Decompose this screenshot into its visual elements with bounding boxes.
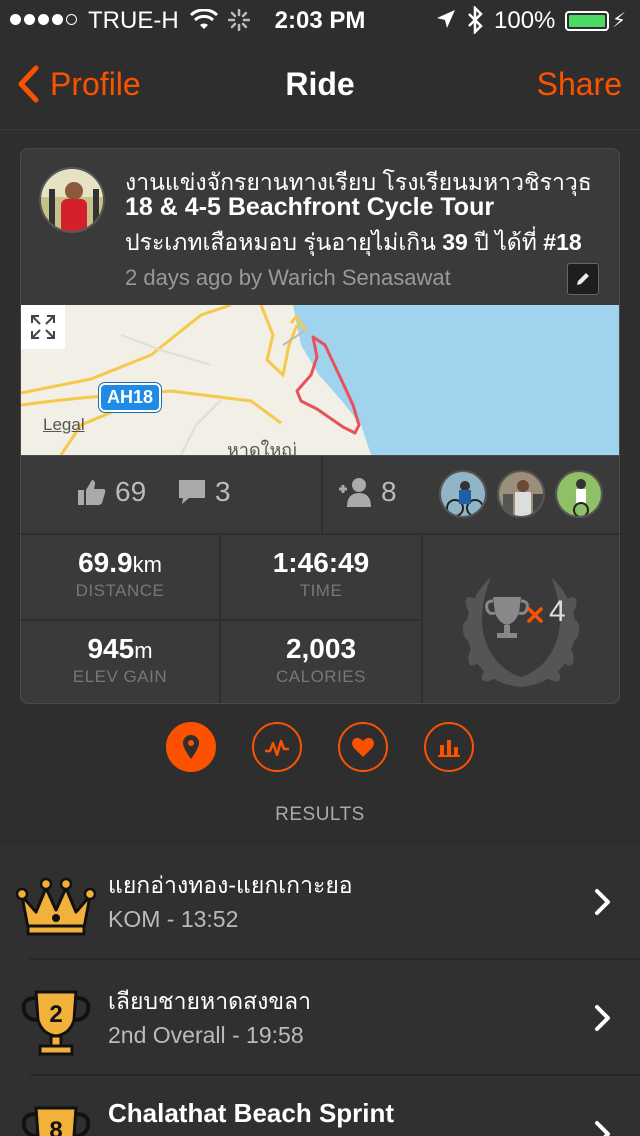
map-pin-icon	[183, 735, 199, 759]
list-item[interactable]: 2 เลียบชายหาดสงขลา 2nd Overall - 19:58	[0, 960, 640, 1076]
battery-percent: 100%	[494, 7, 556, 34]
activity-title-line2: 18 & 4-5 Beachfront Cycle Tour	[125, 193, 495, 221]
results-list: แยกอ่างทอง-แยกเกาะยอ KOM - 13:52 2 เลียบ…	[0, 844, 640, 1136]
athlete-avatar[interactable]	[497, 470, 545, 518]
svg-text:8: 8	[49, 1117, 62, 1136]
segment-result: KOM - 13:52	[108, 906, 239, 932]
activity-title-line3: ประเภทเสือหมอบ รุ่นอายุไม่เกิน 39 ปี ได้…	[125, 229, 582, 255]
pencil-icon	[577, 273, 589, 285]
thumbs-up-icon	[78, 480, 106, 505]
elevation-stat: 945m ELEV GAIN	[72, 633, 168, 686]
expand-map-button[interactable]	[21, 305, 65, 349]
social-divider	[321, 456, 323, 534]
map-town-label: หาดใหญ่	[227, 440, 297, 455]
pulse-chart-icon	[265, 739, 289, 757]
tab-analysis[interactable]	[252, 722, 302, 772]
tab-splits[interactable]	[424, 722, 474, 772]
nav-bar: Profile Ride Share	[0, 40, 640, 130]
results-heading: RESULTS	[275, 804, 365, 825]
activity-tabs	[0, 722, 640, 772]
heart-icon	[352, 737, 374, 757]
achievements-badge[interactable]: 4	[431, 547, 611, 697]
list-item[interactable]: 8 Chalathat Beach Sprint	[0, 1076, 640, 1136]
crown-icon	[15, 877, 97, 936]
stats-divider	[421, 535, 423, 703]
group-ride-button[interactable]: 8	[337, 476, 397, 508]
map-legal-link[interactable]: Legal	[43, 415, 85, 435]
activity-subtitle: 2 days ago by Warich Senasawat	[125, 265, 451, 290]
segment-name: Chalathat Beach Sprint	[108, 1098, 395, 1128]
group-athletes	[439, 470, 603, 518]
calories-stat: 2,003 CALORIES	[276, 633, 366, 686]
trophy-2-icon: 2	[21, 990, 91, 1056]
laurel-trophy-icon	[462, 577, 580, 687]
add-athlete-icon	[339, 478, 371, 507]
comment-icon	[179, 480, 205, 504]
kudos-count: 69	[115, 476, 147, 507]
stats-divider	[21, 619, 421, 621]
activity-header: งานแข่งจักรยานทางเรียบ โรงเรียนมหาวชิราว…	[21, 149, 619, 305]
chevron-right-icon	[595, 1121, 610, 1136]
segment-name: แยกอ่างทอง-แยกเกาะยอ	[108, 872, 353, 898]
status-bar: TRUE-H 2:03 PM 100% ⚡	[0, 0, 640, 40]
distance-stat: 69.9km DISTANCE	[75, 547, 165, 600]
highway-shield: AH18	[99, 383, 162, 412]
expand-icon	[31, 315, 55, 339]
activity-stats: 69.9km DISTANCE 1:46:49 TIME 945m ELEV G…	[21, 533, 619, 703]
battery-icon	[565, 11, 609, 31]
activity-card: งานแข่งจักรยานทางเรียบ โรงเรียนมหาวชิราว…	[20, 148, 620, 704]
list-item[interactable]: แยกอ่างทอง-แยกเกาะยอ KOM - 13:52	[0, 844, 640, 960]
athlete-avatar[interactable]	[439, 470, 487, 518]
social-bar: 69 3 8	[21, 455, 619, 534]
location-arrow-icon	[437, 10, 455, 28]
trophy-8-icon: 8	[21, 1106, 91, 1136]
segment-name: เลียบชายหาดสงขลา	[108, 988, 312, 1014]
chevron-right-icon	[595, 889, 610, 915]
route-map[interactable]: AH18 Legal หาดใหญ่	[21, 305, 619, 455]
edit-button[interactable]	[567, 263, 599, 295]
athlete-avatar[interactable]	[555, 470, 603, 518]
bluetooth-icon	[468, 6, 483, 34]
athlete-avatar[interactable]	[39, 167, 105, 233]
segment-result: 2nd Overall - 19:58	[108, 1022, 304, 1048]
chevron-right-icon	[595, 1005, 610, 1031]
tab-overview[interactable]	[166, 722, 216, 772]
kudos-button[interactable]: 69	[77, 476, 146, 508]
bar-chart-icon	[438, 740, 460, 757]
comment-count: 3	[215, 476, 231, 507]
group-count: 8	[381, 476, 397, 507]
achievement-count: 4	[549, 595, 566, 628]
time-stat: 1:46:49 TIME	[272, 547, 370, 600]
share-button[interactable]: Share	[537, 66, 622, 103]
comments-button[interactable]: 3	[177, 476, 231, 508]
tab-heart-rate[interactable]	[338, 722, 388, 772]
charging-bolt-icon: ⚡	[612, 10, 627, 32]
svg-text:2: 2	[49, 1001, 62, 1028]
